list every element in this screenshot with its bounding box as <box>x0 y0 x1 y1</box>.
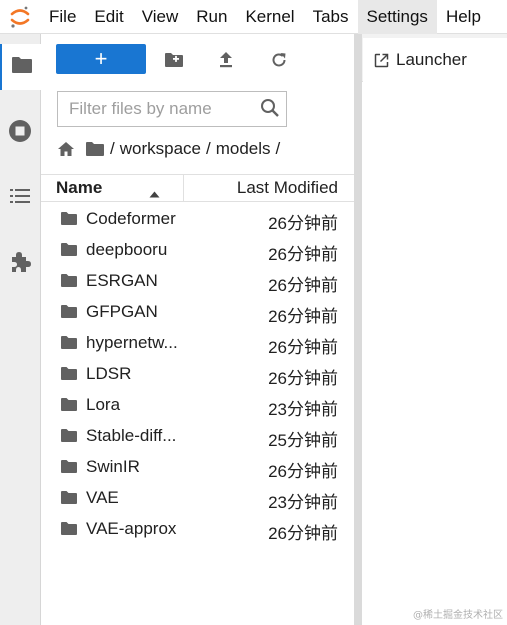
launch-icon <box>374 53 389 68</box>
list-item[interactable]: hypernetw... 26分钟前 <box>41 327 354 358</box>
running-stop-icon <box>8 119 32 148</box>
table-of-contents-icon <box>9 187 31 210</box>
file-name: deepbooru <box>86 240 168 259</box>
file-name: hypernetw... <box>86 333 178 352</box>
folder-icon <box>60 242 78 262</box>
file-modified: 23分钟前 <box>268 493 338 512</box>
folder-icon <box>60 335 78 355</box>
list-item[interactable]: VAE 23分钟前 <box>41 482 354 513</box>
file-name: VAE-approx <box>86 519 177 538</box>
folder-icon <box>60 490 78 510</box>
list-item[interactable]: VAE-approx 26分钟前 <box>41 513 354 544</box>
list-item[interactable]: ESRGAN 26分钟前 <box>41 265 354 296</box>
file-name: Stable-diff... <box>86 426 177 445</box>
folder-icon <box>60 304 78 324</box>
file-browser-toolbar: + <box>41 34 354 84</box>
refresh-icon[interactable] <box>266 47 292 73</box>
file-name: LDSR <box>86 364 132 383</box>
main-dock-area: Launcher @稀土掘金技术社区 <box>362 34 507 625</box>
jupyter-logo-icon <box>0 0 40 34</box>
breadcrumb-folder-icon[interactable] <box>85 141 105 157</box>
search-icon <box>260 98 280 123</box>
menu-bar: File Edit View Run Kernel Tabs Settings … <box>0 0 507 34</box>
menu-file[interactable]: File <box>40 0 85 34</box>
panel-splitter[interactable] <box>354 34 362 625</box>
file-list-header: Name Last Modified <box>41 174 354 202</box>
folder-icon <box>60 459 78 479</box>
folder-icon <box>60 397 78 417</box>
list-item[interactable]: deepbooru 26分钟前 <box>41 234 354 265</box>
list-item[interactable]: Stable-diff... 25分钟前 <box>41 420 354 451</box>
new-launcher-button[interactable]: + <box>56 44 146 74</box>
extension-puzzle-icon <box>9 251 31 278</box>
list-item[interactable]: GFPGAN 26分钟前 <box>41 296 354 327</box>
breadcrumb-models[interactable]: models <box>216 139 271 159</box>
file-name: ESRGAN <box>86 271 158 290</box>
tab-launcher[interactable]: Launcher <box>363 38 507 82</box>
folder-icon <box>60 521 78 541</box>
file-modified: 25分钟前 <box>268 431 338 450</box>
file-name: Lora <box>86 395 121 414</box>
breadcrumb-separator: / <box>275 139 281 158</box>
filter-files-input[interactable] <box>58 92 253 126</box>
filter-box <box>57 91 287 127</box>
menu-run[interactable]: Run <box>187 0 236 34</box>
column-header-name[interactable]: Name <box>56 178 102 198</box>
list-item[interactable]: Codeformer 26分钟前 <box>41 203 354 234</box>
breadcrumb-separator: / <box>206 139 211 158</box>
file-name: GFPGAN <box>86 302 158 321</box>
menu-view[interactable]: View <box>133 0 188 34</box>
folder-icon <box>60 211 78 231</box>
column-header-last-modified[interactable]: Last Modified <box>237 178 338 198</box>
upload-icon[interactable] <box>213 47 239 73</box>
table-of-contents-tab[interactable] <box>0 175 40 221</box>
menu-tabs[interactable]: Tabs <box>304 0 358 34</box>
file-list: Codeformer 26分钟前 deepbooru 26分钟前 ESRGAN 26分… <box>41 203 354 544</box>
file-modified: 26分钟前 <box>268 245 338 264</box>
folder-icon <box>60 273 78 293</box>
extension-manager-tab[interactable] <box>0 241 40 287</box>
file-modified: 26分钟前 <box>268 524 338 543</box>
menu-settings[interactable]: Settings <box>357 0 437 34</box>
breadcrumb: / workspace / models / <box>57 136 285 162</box>
list-item[interactable]: Lora 23分钟前 <box>41 389 354 420</box>
new-folder-icon[interactable] <box>161 47 187 73</box>
list-item[interactable]: SwinIR 26分钟前 <box>41 451 354 482</box>
main-tab-bar: Launcher <box>362 34 507 82</box>
folder-icon <box>11 56 33 79</box>
list-item[interactable]: LDSR 26分钟前 <box>41 358 354 389</box>
menu-kernel[interactable]: Kernel <box>236 0 303 34</box>
file-modified: 26分钟前 <box>268 338 338 357</box>
file-name: VAE <box>86 488 119 507</box>
file-modified: 26分钟前 <box>268 307 338 326</box>
sort-ascending-icon[interactable] <box>149 183 160 203</box>
file-modified: 26分钟前 <box>268 276 338 295</box>
watermark-text: @稀土掘金技术社区 <box>413 610 503 621</box>
file-modified: 23分钟前 <box>268 400 338 419</box>
folder-icon <box>60 428 78 448</box>
menu-help[interactable]: Help <box>437 0 490 34</box>
file-modified: 26分钟前 <box>268 369 338 388</box>
folder-icon <box>60 366 78 386</box>
menu-edit[interactable]: Edit <box>85 0 132 34</box>
breadcrumb-workspace[interactable]: workspace <box>120 139 201 159</box>
activity-bar <box>0 34 41 625</box>
file-browser-tab[interactable] <box>0 44 41 90</box>
file-name: Codeformer <box>86 209 176 228</box>
column-divider[interactable] <box>183 175 184 201</box>
home-icon[interactable] <box>57 141 75 157</box>
file-modified: 26分钟前 <box>268 462 338 481</box>
file-modified: 26分钟前 <box>268 214 338 233</box>
file-name: SwinIR <box>86 457 140 476</box>
tab-launcher-label: Launcher <box>396 50 467 69</box>
file-browser-panel: + / workspace / models / Name <box>41 34 354 625</box>
breadcrumb-separator: / <box>110 139 115 158</box>
running-sessions-tab[interactable] <box>0 110 40 156</box>
